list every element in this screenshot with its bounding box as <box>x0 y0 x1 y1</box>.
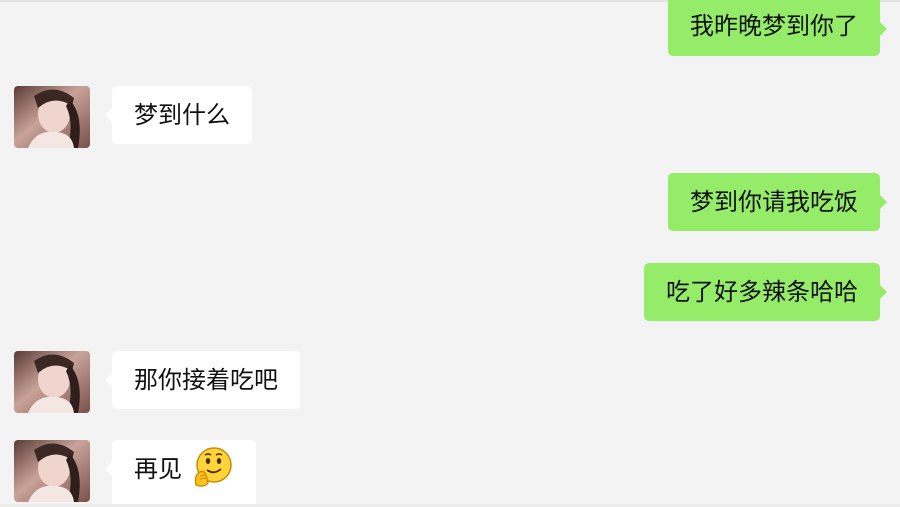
thinking-smile-emoji-icon <box>190 445 234 489</box>
message-bubble-sent[interactable]: 我昨晚梦到你了 <box>668 0 887 56</box>
avatar-photo <box>14 440 90 502</box>
chat-window: 我昨晚梦到你了 梦到什么 梦到你请我吃饭 吃了好多辣条哈哈 那你接着吃吧 再见 <box>0 0 900 507</box>
contact-avatar[interactable] <box>14 351 90 413</box>
message-text: 再见 <box>134 455 182 483</box>
message-bubble-sent[interactable]: 吃了好多辣条哈哈 <box>644 263 887 321</box>
message-bubble-received[interactable]: 梦到什么 <box>105 86 252 144</box>
message-bubble-received[interactable]: 那你接着吃吧 <box>105 351 300 409</box>
avatar-photo <box>14 351 90 413</box>
avatar-photo <box>14 86 90 148</box>
contact-avatar[interactable] <box>14 86 90 148</box>
contact-avatar[interactable] <box>14 440 90 502</box>
message-bubble-received[interactable]: 再见 <box>105 440 256 507</box>
message-bubble-sent[interactable]: 梦到你请我吃饭 <box>668 173 887 231</box>
